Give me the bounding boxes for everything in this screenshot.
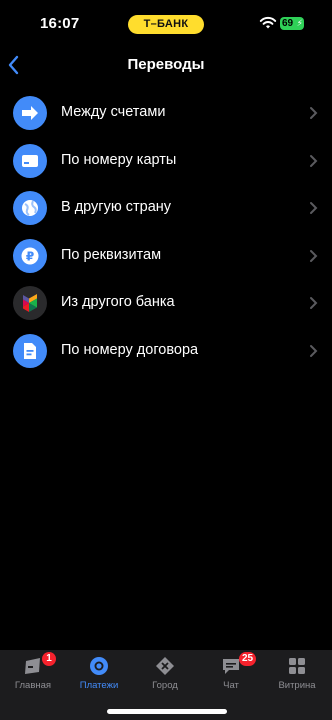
transfer-by-contract[interactable]: По номеру договора <box>0 327 332 375</box>
tab-home-badge: 1 <box>42 652 56 666</box>
bank-pill[interactable]: Т–БАНК <box>128 15 204 34</box>
tab-chat-badge: 25 <box>239 652 257 666</box>
tab-city[interactable]: Город <box>132 650 198 710</box>
tab-label: Главная <box>14 680 52 691</box>
list-item-label: В другую страну <box>61 199 172 215</box>
transfer-by-card[interactable]: По номеру карты <box>0 137 332 185</box>
wifi-icon <box>259 16 277 29</box>
nav-header: Переводы <box>0 48 332 84</box>
tab-label: Город <box>152 680 178 691</box>
tab-payments[interactable]: Платежи <box>66 650 132 710</box>
list-item-label: Между счетами <box>61 104 166 120</box>
transfer-between-accounts[interactable]: Между счетами <box>0 89 332 137</box>
tab-showcase[interactable]: Витрина <box>264 650 330 710</box>
page-title: Переводы <box>127 56 205 73</box>
tab-label: Чат <box>223 680 239 691</box>
battery-indicator: 69 ⚡ <box>280 17 304 30</box>
transfer-by-requisites[interactable]: ₽ По реквизитам <box>0 232 332 280</box>
chevron-right-icon <box>310 154 318 167</box>
sbp-icon <box>13 286 47 320</box>
payments-icon <box>90 657 108 675</box>
home-icon <box>25 658 40 674</box>
chevron-right-icon <box>310 107 318 119</box>
transfer-abroad[interactable]: В другую страну <box>0 184 332 232</box>
status-bar: 16:07 Т–БАНК 69 ⚡ <box>0 0 332 48</box>
chevron-right-icon <box>310 297 318 309</box>
tab-home[interactable]: 1 Главная <box>0 650 66 710</box>
battery-level: 69 <box>282 18 294 29</box>
status-time: 16:07 <box>40 15 80 32</box>
globe-icon <box>13 191 47 225</box>
showcase-icon <box>289 658 305 674</box>
card-icon <box>13 143 47 178</box>
tab-label: Платежи <box>79 680 119 691</box>
arrow-right-icon <box>13 96 47 130</box>
city-icon <box>156 657 174 675</box>
list-item-label: По реквизитам <box>61 246 162 263</box>
chevron-right-icon <box>310 344 318 357</box>
home-indicator <box>107 709 227 714</box>
document-icon <box>13 333 47 368</box>
list-item-label: По номеру карты <box>61 151 177 168</box>
charging-bolt-icon: ⚡ <box>296 18 303 28</box>
chat-icon <box>223 659 239 674</box>
list-item-label: По номеру договора <box>61 341 199 358</box>
chevron-right-icon <box>310 249 318 262</box>
tab-chat[interactable]: 25 Чат <box>198 650 264 710</box>
ruble-icon: ₽ <box>13 238 47 273</box>
chevron-right-icon <box>310 202 318 214</box>
tab-label: Витрина <box>278 680 316 691</box>
transfer-options-list: Между счетами По номеру карты В другую с… <box>0 89 332 374</box>
transfer-from-other-bank[interactable]: Из другого банка <box>0 279 332 327</box>
list-item-label: Из другого банка <box>61 294 175 310</box>
svg-text:₽: ₽ <box>26 249 34 263</box>
